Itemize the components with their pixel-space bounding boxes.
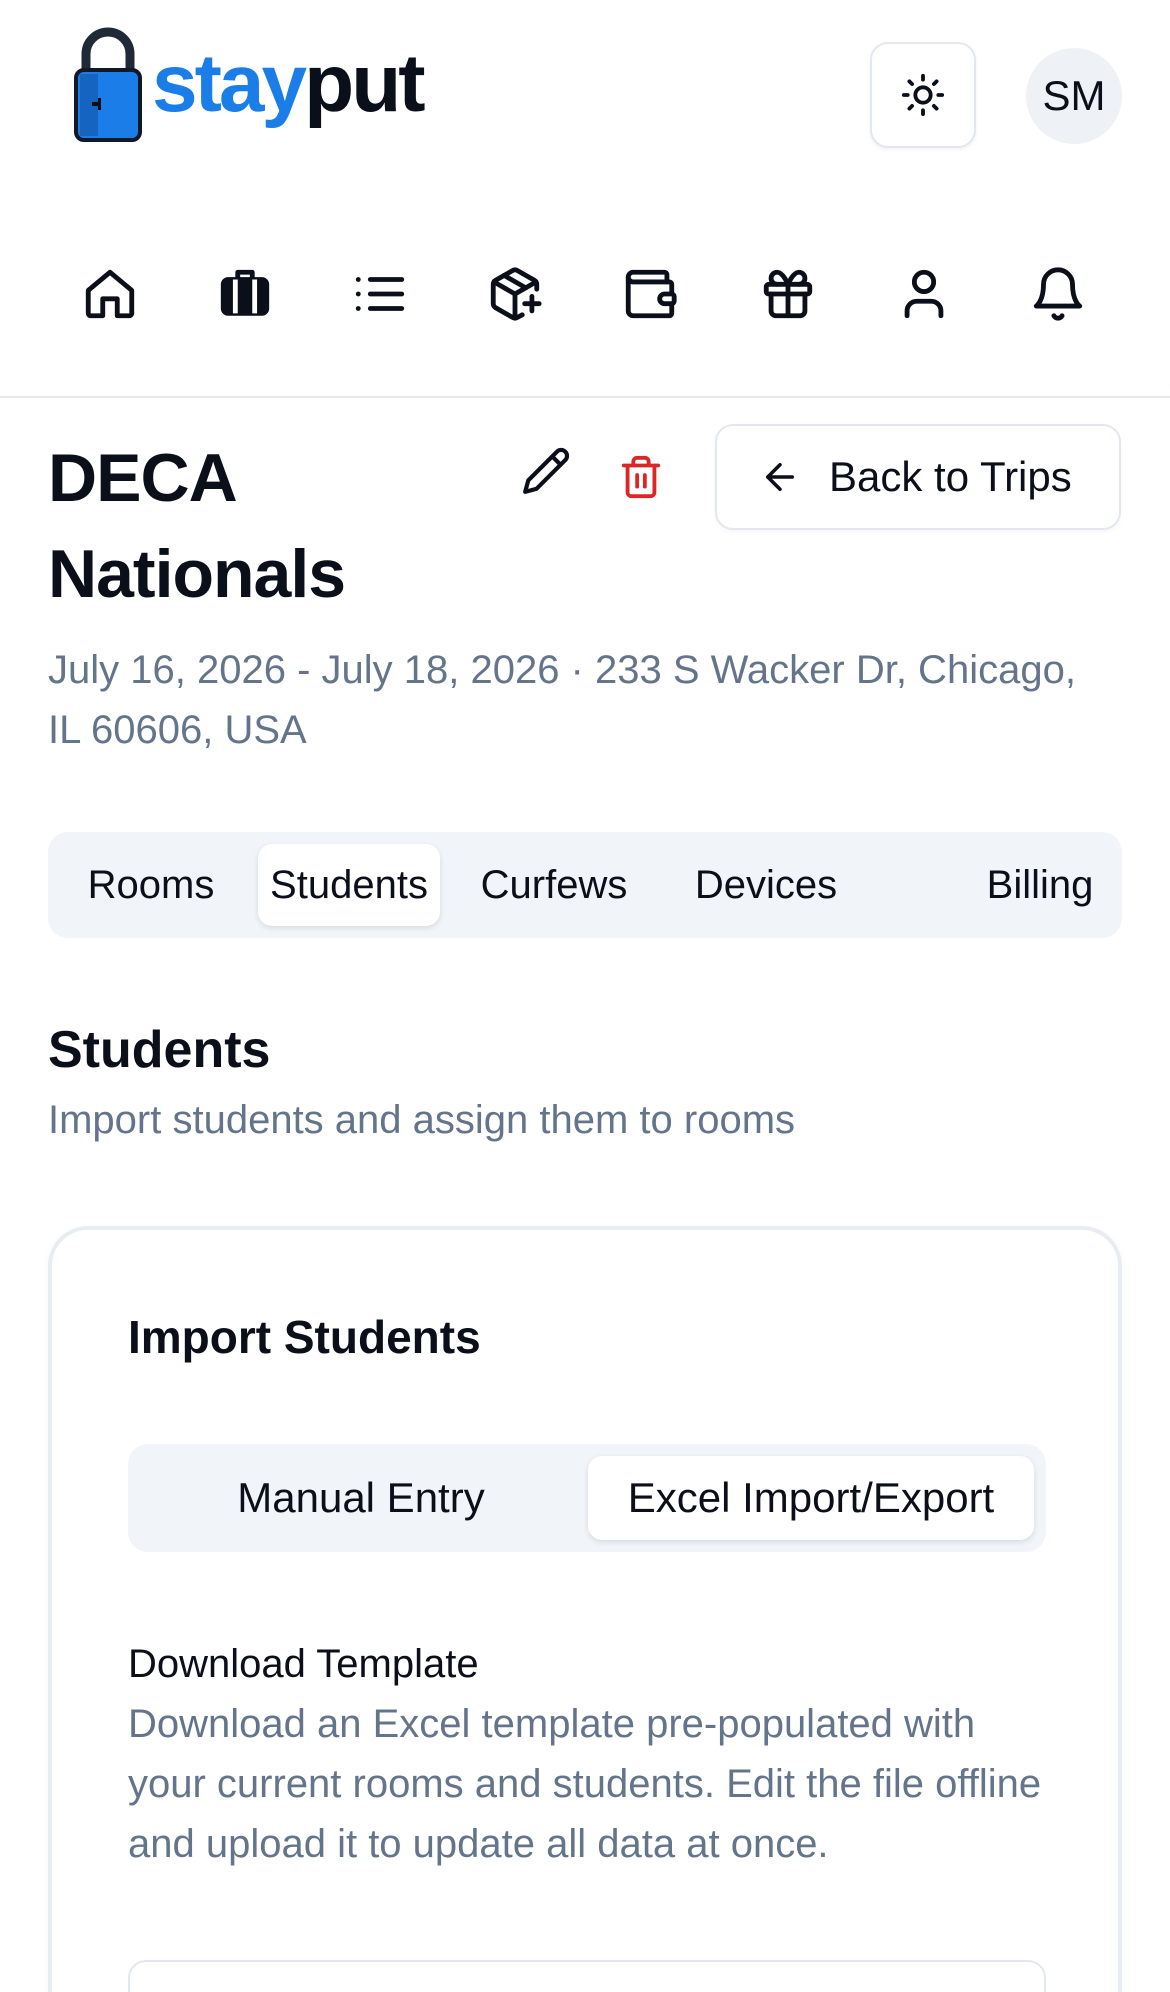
card-title: Import Students — [128, 1311, 481, 1363]
app-header: stayput SM — [0, 0, 1170, 200]
tab-students[interactable]: Students — [258, 844, 440, 926]
back-to-trips-button[interactable]: Back to Trips — [715, 424, 1121, 530]
edit-trip-button[interactable] — [515, 440, 577, 502]
lock-logo-icon — [74, 27, 142, 142]
trip-title: DECA Nationals — [48, 440, 346, 612]
stayput-logo[interactable]: stayput — [72, 24, 426, 144]
icon-navigation — [0, 240, 1170, 350]
user-avatar[interactable]: SM — [1026, 48, 1122, 144]
arrow-left-icon — [766, 463, 794, 491]
header-divider — [0, 396, 1170, 398]
home-icon[interactable] — [80, 264, 140, 324]
user-icon[interactable] — [894, 264, 954, 324]
tab-manual-entry[interactable]: Manual Entry — [140, 1456, 582, 1540]
download-template-heading: Download Template — [128, 1642, 479, 1686]
download-template-description: Download an Excel template pre-populated… — [128, 1702, 1042, 1866]
logo-wordmark: stayput — [152, 38, 426, 129]
tab-devices[interactable]: Devices — [668, 844, 864, 926]
luggage-icon[interactable] — [215, 264, 275, 324]
pencil-icon — [523, 447, 570, 494]
theme-toggle-button[interactable] — [870, 42, 976, 148]
tab-billing[interactable]: Billing — [970, 844, 1110, 926]
section-subtitle: Import students and assign them to rooms — [48, 1098, 796, 1142]
sun-icon — [901, 73, 945, 117]
back-to-trips-label: Back to Trips — [829, 453, 1072, 500]
section-title: Students — [48, 1021, 271, 1079]
bell-icon[interactable] — [1028, 264, 1088, 324]
gift-icon[interactable] — [758, 264, 818, 324]
tab-excel-import-export[interactable]: Excel Import/Export — [588, 1456, 1034, 1540]
list-icon[interactable] — [350, 264, 410, 324]
import-students-card: Import Students Manual Entry Excel Impor… — [48, 1226, 1122, 1992]
delete-trip-button[interactable] — [610, 446, 672, 508]
wallet-icon[interactable] — [620, 264, 680, 324]
trash-icon — [621, 455, 661, 499]
trip-dates-location: July 16, 2026 - July 18, 2026 · 233 S Wa… — [48, 648, 1076, 752]
tab-rooms[interactable]: Rooms — [64, 844, 238, 926]
package-plus-icon[interactable] — [485, 264, 545, 324]
trip-tabs: Rooms Students Curfews Devices Billing — [48, 832, 1122, 938]
tab-curfews[interactable]: Curfews — [456, 844, 652, 926]
download-template-button[interactable] — [128, 1960, 1046, 1992]
import-mode-tabs: Manual Entry Excel Import/Export — [128, 1444, 1046, 1552]
